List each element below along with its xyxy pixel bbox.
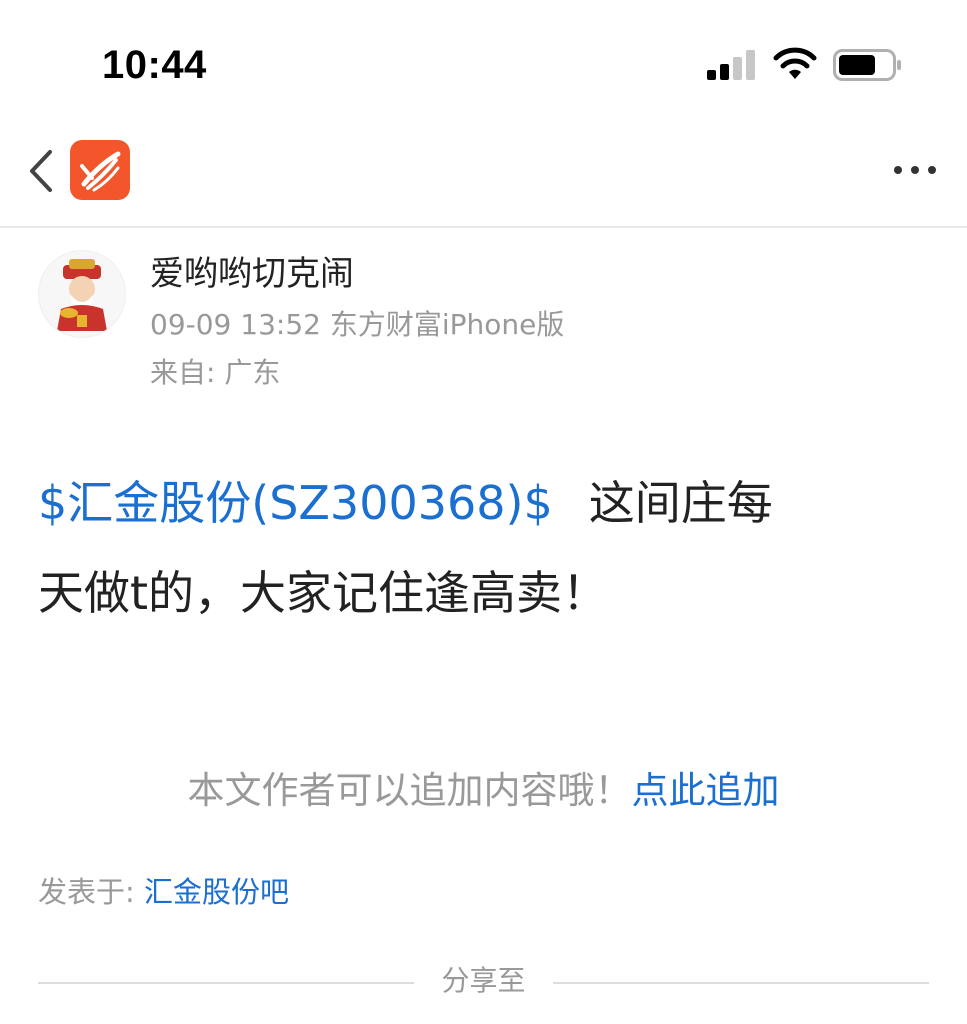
author-avatar[interactable] <box>38 250 126 338</box>
wifi-icon <box>773 47 817 79</box>
battery-icon <box>833 49 901 81</box>
share-divider-right <box>553 982 929 984</box>
post-location: 来自: 广东 <box>150 356 281 389</box>
status-time: 10:44 <box>102 43 207 87</box>
chevron-left-icon[interactable] <box>24 148 56 194</box>
more-dots-icon[interactable] <box>892 160 938 180</box>
share-divider-left <box>38 982 414 984</box>
cellular-signal-icon <box>707 50 755 80</box>
nav-bar <box>0 120 967 228</box>
share-label: 分享至 <box>441 964 526 997</box>
stock-tag-link[interactable]: $汇金股份(SZ300368)$ <box>38 476 553 530</box>
status-bar: 10:44 <box>0 0 967 120</box>
post-body-line1: 这间庄每 <box>588 476 773 530</box>
append-content-link[interactable]: 点此追加 <box>632 769 780 812</box>
posted-in: 发表于: 汇金股份吧 <box>38 872 289 912</box>
forum-link[interactable]: 汇金股份吧 <box>144 875 289 909</box>
post-body: $汇金股份(SZ300368)$ 这间庄每 天做t的，大家记住逢高卖！ <box>38 458 918 638</box>
author-name[interactable]: 爱哟哟切克闹 <box>150 252 354 296</box>
post-body-line2: 天做t的，大家记住逢高卖！ <box>38 566 609 620</box>
posted-in-label: 发表于: <box>38 875 144 909</box>
post-meta: 09-09 13:52 东方财富iPhone版 <box>150 308 565 341</box>
eastmoney-logo-icon[interactable] <box>70 140 130 200</box>
append-hint: 本文作者可以追加内容哦！点此追加 <box>0 766 967 816</box>
append-hint-text: 本文作者可以追加内容哦！ <box>187 769 632 812</box>
